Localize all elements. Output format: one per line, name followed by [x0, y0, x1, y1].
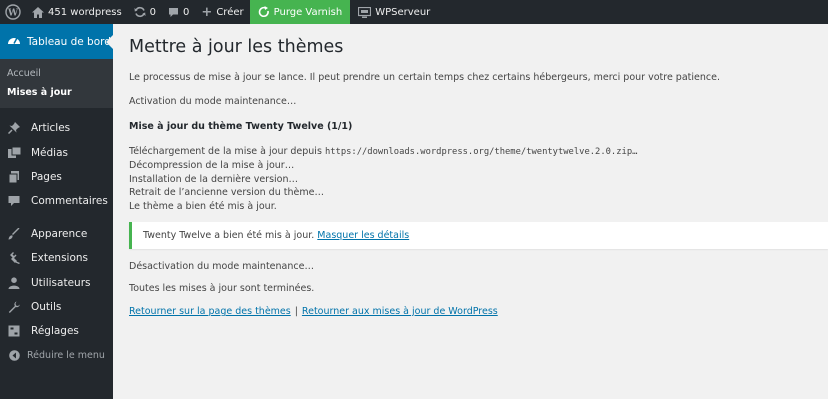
return-themes-link[interactable]: Retourner sur la page des thèmes: [129, 306, 291, 317]
sidebar-item-label: Pages: [31, 170, 62, 183]
collapse-label: Réduire le menu: [27, 350, 105, 362]
purge-varnish-button[interactable]: Purge Varnish: [249, 0, 351, 24]
download-url: https://downloads.wordpress.org/theme/tw…: [324, 147, 638, 157]
admin-sidebar: Tableau de bord Accueil Mises à jour Art…: [0, 24, 113, 399]
submenu-item-home[interactable]: Accueil: [0, 64, 113, 83]
wrench-icon: [7, 301, 21, 313]
svg-text:W: W: [7, 9, 19, 19]
sidebar-item-label: Extensions: [31, 252, 89, 265]
sidebar-item-label: Utilisateurs: [31, 276, 91, 289]
comment-bubble-icon: [168, 7, 179, 18]
collapse-menu-button[interactable]: Réduire le menu: [0, 344, 113, 368]
sidebar-item-label: Tableau de bord: [27, 35, 111, 48]
monitor-icon: [358, 6, 372, 18]
step-line: Installation de la dernière version…: [129, 174, 298, 185]
comment-icon: [7, 195, 21, 207]
sidebar-item-settings[interactable]: Réglages: [0, 319, 113, 343]
sidebar-item-label: Commentaires: [31, 195, 108, 208]
site-name-menu[interactable]: 451 wordpress: [26, 0, 128, 24]
sidebar-item-comments[interactable]: Commentaires: [0, 189, 113, 213]
sidebar-item-users[interactable]: Utilisateurs: [0, 270, 113, 294]
notice-text: Twenty Twelve a bien été mis à jour.: [143, 230, 318, 241]
settings-icon: [7, 325, 21, 337]
plus-icon: +: [201, 4, 213, 20]
sidebar-item-label: Médias: [31, 146, 69, 159]
wpserveur-menu[interactable]: WPServeur: [350, 0, 436, 24]
plugin-icon: [7, 252, 21, 265]
updates-count: 0: [149, 6, 157, 18]
sidebar-item-label: Réglages: [31, 325, 79, 338]
step-line: Le thème a bien été mis à jour.: [129, 201, 277, 212]
sidebar-item-pages[interactable]: Pages: [0, 165, 113, 189]
admin-bar: W 451 wordpress 0 0 + Créer Purge Varnis…: [0, 0, 828, 24]
sidebar-item-label: Articles: [31, 122, 71, 135]
sidebar-item-label: Apparence: [31, 227, 88, 240]
sidebar-item-tools[interactable]: Outils: [0, 295, 113, 319]
site-name: 451 wordpress: [48, 6, 122, 18]
new-label: Créer: [216, 6, 244, 18]
wordpress-logo-icon[interactable]: W: [0, 0, 26, 24]
hide-details-link[interactable]: Masquer les détails: [317, 230, 409, 241]
download-prefix: Téléchargement de la mise à jour depuis: [129, 146, 322, 157]
download-line: Téléchargement de la mise à jour depuis …: [129, 146, 637, 157]
home-icon: [32, 6, 44, 18]
link-separator: |: [294, 306, 298, 317]
sidebar-item-appearance[interactable]: Apparence: [0, 222, 113, 246]
sidebar-item-dashboard[interactable]: Tableau de bord: [0, 24, 113, 59]
step-line: Retrait de l’ancienne version du thème…: [129, 187, 324, 198]
return-updates-link[interactable]: Retourner aux mises à jour de WordPress: [302, 306, 498, 317]
purge-label: Purge Varnish: [273, 6, 343, 18]
submenu-item-updates[interactable]: Mises à jour: [0, 83, 113, 102]
all-done-text: Toutes les mises à jour sont terminées.: [129, 283, 315, 294]
maintenance-on-text: Activation du mode maintenance…: [129, 96, 297, 107]
wpserveur-label: WPServeur: [375, 6, 431, 18]
user-icon: [7, 276, 21, 289]
sidebar-item-label: Outils: [31, 300, 62, 313]
comments-count: 0: [183, 6, 190, 18]
sidebar-item-media[interactable]: Médias: [0, 140, 113, 164]
dashboard-icon: [7, 34, 21, 49]
step-line: Décompression de la mise à jour…: [129, 160, 295, 171]
brush-icon: [7, 227, 21, 240]
success-notice: Twenty Twelve a bien été mis à jour. Mas…: [129, 222, 828, 249]
updates-menu[interactable]: 0: [128, 0, 162, 24]
comments-menu[interactable]: 0: [162, 0, 195, 24]
refresh-icon: [134, 6, 146, 18]
dashboard-submenu: Accueil Mises à jour: [0, 59, 113, 108]
sidebar-item-articles[interactable]: Articles: [0, 116, 113, 140]
new-content-menu[interactable]: + Créer: [195, 0, 249, 24]
theme-update-heading: Mise à jour du thème Twenty Twelve (1/1): [129, 121, 353, 132]
intro-text: Le processus de mise à jour se lance. Il…: [129, 72, 720, 83]
page-title: Mettre à jour les thèmes: [129, 37, 344, 57]
collapse-arrow-icon: [7, 350, 21, 362]
return-links: Retourner sur la page des thèmes | Retourn…: [129, 306, 498, 317]
pin-icon: [7, 122, 21, 135]
pages-icon: [7, 170, 21, 183]
sidebar-item-plugins[interactable]: Extensions: [0, 246, 113, 270]
maintenance-off-text: Désactivation du mode maintenance…: [129, 261, 314, 272]
purge-icon: [258, 6, 270, 18]
media-icon: [7, 146, 21, 159]
